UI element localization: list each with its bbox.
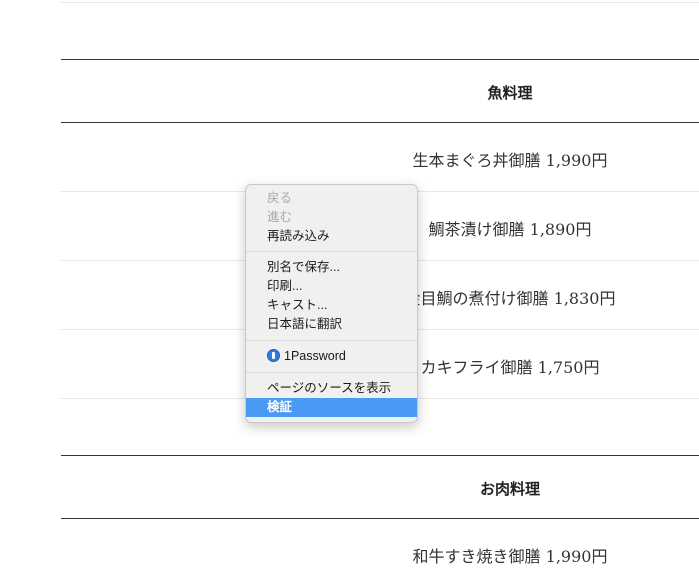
section-title-meat: お肉料理 <box>479 480 540 498</box>
context-menu-view-source[interactable]: ページのソースを表示 <box>246 379 417 398</box>
section-divider <box>61 59 699 60</box>
context-menu-translate[interactable]: 日本語に翻訳 <box>246 315 417 334</box>
section-divider <box>61 455 699 456</box>
context-menu-1password-label: 1Password <box>284 349 346 363</box>
context-menu-separator <box>246 251 417 252</box>
context-menu-back[interactable]: 戻る <box>246 189 417 208</box>
context-menu-forward[interactable]: 進む <box>246 208 417 227</box>
context-menu-separator <box>246 372 417 373</box>
menu-item: 生本まぐろ丼御膳 1,990円 <box>412 151 608 170</box>
1password-icon <box>267 349 280 362</box>
context-menu-print[interactable]: 印刷... <box>246 277 417 296</box>
context-menu-separator <box>246 340 417 341</box>
context-menu-inspect[interactable]: 検証 <box>246 398 417 417</box>
context-menu-cast[interactable]: キャスト... <box>246 296 417 315</box>
context-menu-reload[interactable]: 再読み込み <box>246 227 417 246</box>
context-menu: 戻る 進む 再読み込み 別名で保存... 印刷... キャスト... 日本語に翻… <box>245 184 418 423</box>
menu-item: 和牛すき焼き御膳 1,990円 <box>412 547 608 566</box>
context-menu-1password[interactable]: 1Password <box>246 347 417 366</box>
section-divider <box>61 122 699 123</box>
section-title-fish: 魚料理 <box>487 84 533 102</box>
section-divider <box>61 518 699 519</box>
divider <box>61 2 699 3</box>
context-menu-save-as[interactable]: 別名で保存... <box>246 258 417 277</box>
